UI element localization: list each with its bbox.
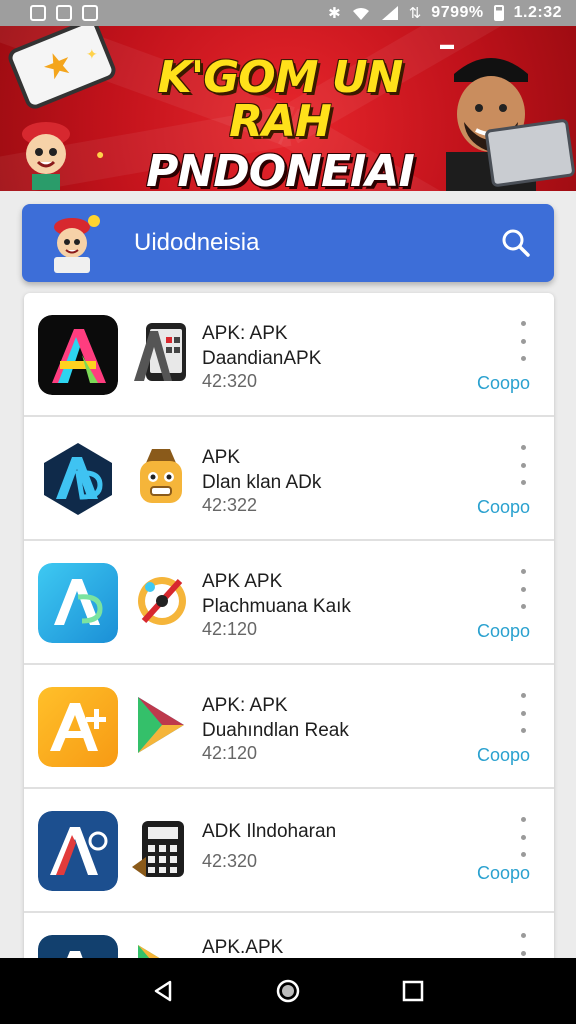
clock: 1.2:32 (513, 4, 562, 21)
app-title: APK: APK DaandianAPK (202, 323, 322, 369)
mascot-illustration (22, 122, 70, 190)
battery-percent: 9799% (431, 4, 484, 21)
app-a-icon[interactable] (38, 811, 118, 891)
bluetooth-icon: ✱ (328, 4, 341, 22)
more-menu-icon[interactable] (518, 569, 528, 609)
app-time: 42:120 (202, 619, 258, 639)
more-menu-icon[interactable] (518, 693, 528, 733)
notification-icon (56, 5, 72, 21)
search-icon (502, 229, 530, 257)
notification-icon (30, 5, 46, 21)
app-title: ADK Ilndoharan (202, 821, 337, 842)
more-menu-icon[interactable] (518, 321, 528, 361)
search-input[interactable]: Uidodneisia (134, 229, 492, 257)
app-title: APK.APK (202, 937, 284, 958)
back-button[interactable] (145, 973, 181, 1009)
star-icon: ★ (36, 42, 79, 90)
list-item[interactable]: APK: APK Duahındlan Reak 42:120 Coopo (24, 665, 554, 789)
app-ad-icon[interactable] (38, 439, 118, 519)
signal-icon (381, 6, 398, 20)
list-item[interactable]: APK Dlan klan ADk 42:322 Coopo (24, 417, 554, 541)
mascot-icon (132, 445, 190, 509)
banner-title-line2: PNDONEIAI (146, 146, 415, 192)
app-action-link[interactable]: Coopo (477, 745, 530, 766)
app-a-icon[interactable] (38, 315, 118, 395)
app-action-link[interactable]: Coopo (477, 373, 530, 394)
app-title: APK: APK Duahındlan Reak (202, 695, 349, 741)
search-button[interactable] (492, 219, 540, 267)
search-bar[interactable]: Uidodneisia (22, 204, 554, 282)
app-time: 42:120 (202, 743, 258, 763)
home-button[interactable] (270, 973, 306, 1009)
app-title: APK APK Plachmuana Kaık (202, 571, 351, 617)
compass-icon (132, 569, 190, 633)
home-icon (276, 979, 300, 1003)
app-time: 42:320 (202, 851, 258, 871)
play-icon (132, 693, 190, 757)
more-menu-icon[interactable] (518, 445, 528, 485)
app-title: APK Dlan klan ADk (202, 447, 322, 493)
device-icon (132, 321, 190, 385)
app-action-link[interactable]: Coopo (477, 863, 530, 884)
banner-title: K'GOM UN RAH PNDONEIAI (100, 52, 460, 192)
calculator-icon (132, 817, 190, 881)
image-icon (82, 5, 98, 21)
app-action-link[interactable]: Coopo (477, 621, 530, 642)
battery-icon (493, 5, 504, 21)
list-item[interactable]: APK APK Plachmuana Kaık 42:120 Coopo (24, 541, 554, 665)
system-nav-bar (0, 958, 576, 1024)
status-bar: ✱ ⇅ 9799% 1.2:32 (0, 0, 576, 26)
app-action-link[interactable]: Coopo (477, 497, 530, 518)
promo-banner[interactable]: ★ ✦ ● ✦ ● ▬ K'GOM UN RAH PNDONEIAI (0, 26, 576, 191)
recents-button[interactable] (395, 973, 431, 1009)
wifi-icon (352, 7, 369, 21)
status-left (30, 5, 98, 21)
app-ad-icon[interactable] (38, 563, 118, 643)
tablet-illustration (484, 118, 576, 188)
banner-title-line1: K'GOM UN RAH (157, 52, 404, 147)
mascot-avatar-icon (54, 215, 100, 273)
app-time: 42:320 (202, 371, 258, 391)
more-menu-icon[interactable] (518, 817, 528, 857)
list-item[interactable]: ADK Ilndoharan 42:320 Coopo (24, 789, 554, 913)
data-icon: ⇅ (408, 4, 422, 22)
app-list: APK: APK DaandianAPK 42:320 Coopo APK Dl… (24, 293, 554, 973)
recents-icon (403, 980, 424, 1002)
list-item[interactable]: APK: APK DaandianAPK 42:320 Coopo (24, 293, 554, 417)
back-icon (154, 980, 171, 1002)
app-time: 42:322 (202, 495, 258, 515)
status-right: ✱ ⇅ 9799% 1.2:32 (328, 4, 562, 22)
app-a-plus-icon[interactable] (38, 687, 118, 767)
